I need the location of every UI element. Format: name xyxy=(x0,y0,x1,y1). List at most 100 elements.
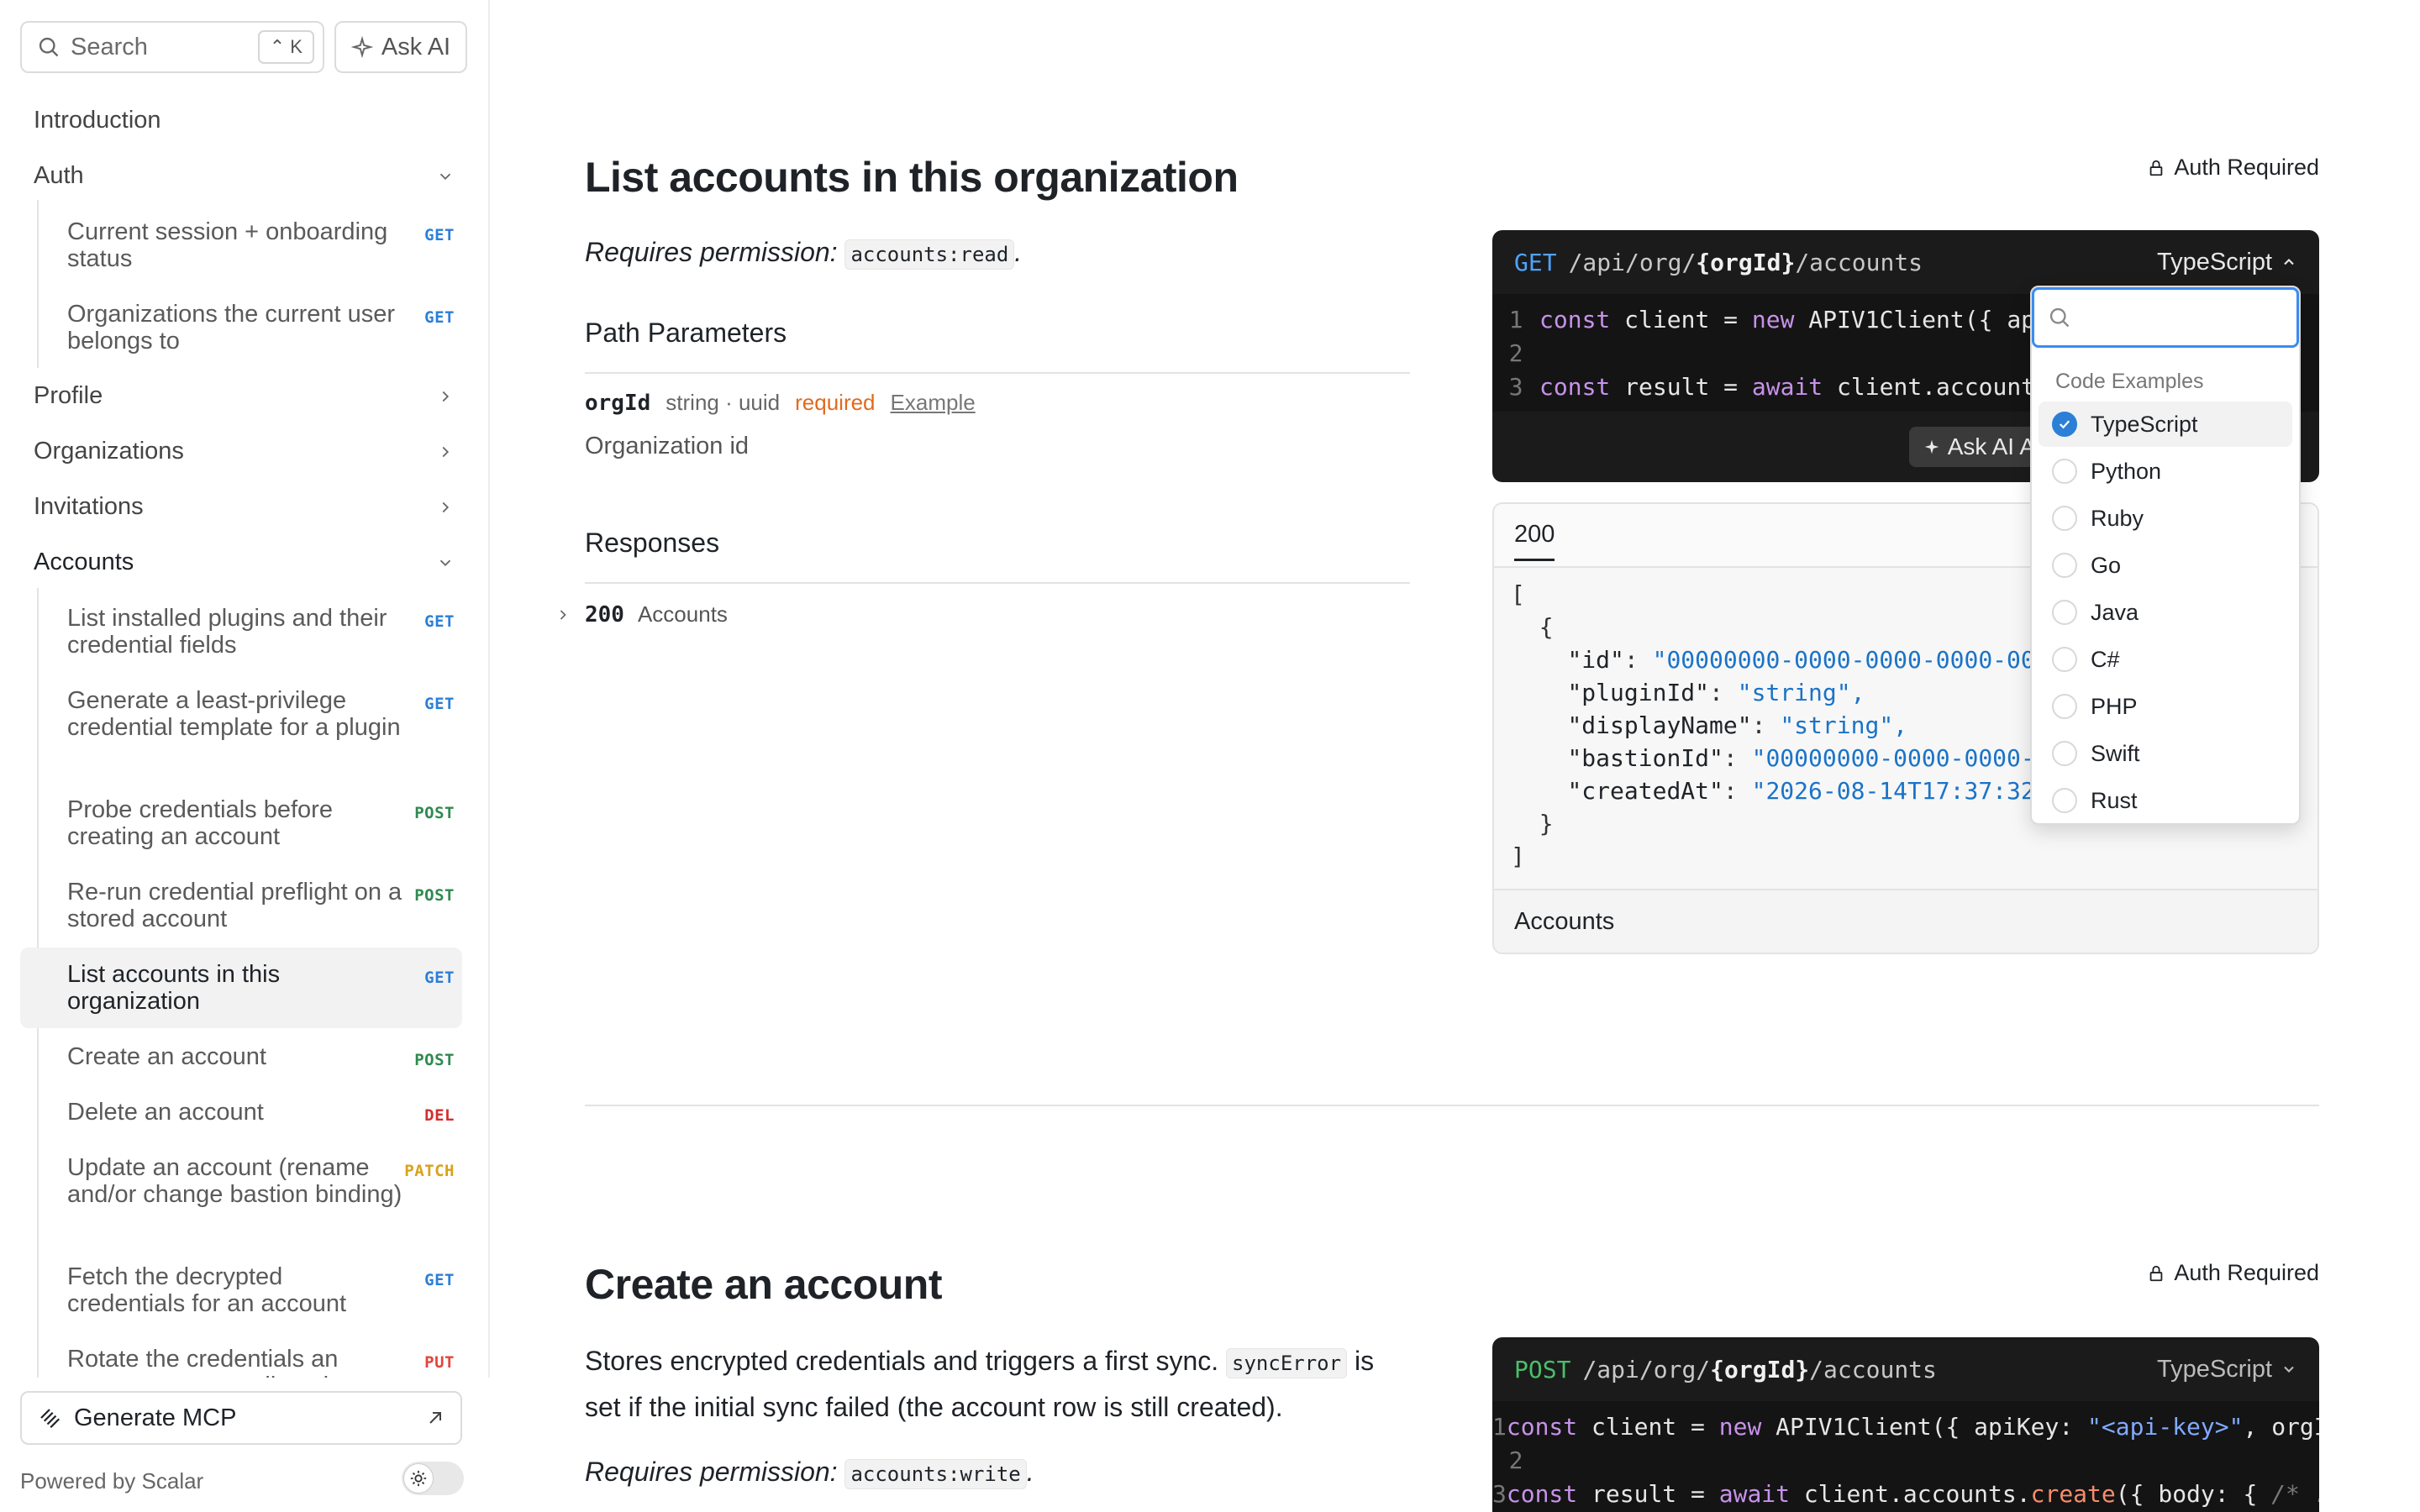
json-value: "string", xyxy=(1737,679,1865,706)
method-badge: DEL xyxy=(424,1106,455,1125)
code-token: , orgI xyxy=(2243,1412,2319,1441)
sidebar-item-label: Current session + onboarding status xyxy=(67,218,388,272)
json-key: "createdAt" xyxy=(1567,777,1723,805)
json-line: "bastionId": "00000000-0000-0000-00 xyxy=(1567,744,2064,772)
language-option-label: Swift xyxy=(2091,740,2140,766)
sidebar-item-credential-template[interactable]: Generate a least-privilege credential te… xyxy=(67,687,455,741)
language-option-java[interactable]: Java xyxy=(2039,590,2292,635)
path-param: {orgId} xyxy=(1710,1355,1810,1383)
theme-knob xyxy=(403,1463,434,1494)
language-option-rust[interactable]: Rust xyxy=(2039,778,2292,823)
check-icon xyxy=(2059,420,2070,429)
sidebar-item-auth[interactable]: Auth xyxy=(34,162,455,190)
code-line: 3 const result = await client.accounts. cr… xyxy=(1492,1477,2319,1510)
http-method: GET xyxy=(1514,248,1557,276)
tab-200[interactable]: 200 xyxy=(1514,521,1555,561)
search-shortcut: ⌃ K xyxy=(257,30,314,64)
param-name: orgId xyxy=(585,391,651,416)
code-line: 1 const client = new APIV1Client({ apiKey… xyxy=(1492,1410,2319,1443)
radio-unchecked xyxy=(2052,553,2077,578)
sidebar-item-label: Auth xyxy=(34,162,84,189)
language-option-label: Java xyxy=(2091,599,2139,625)
sidebar-item-introduction[interactable]: Introduction xyxy=(34,107,455,134)
language-option-php[interactable]: PHP xyxy=(2039,684,2292,729)
chevron-right-icon xyxy=(442,501,450,512)
param-required: required xyxy=(795,390,876,415)
search-button[interactable]: Search ⌃ K xyxy=(20,21,324,73)
sidebar-item-probe-credentials[interactable]: Probe credentials before creating an acc… xyxy=(67,796,455,850)
param-orgid: orgId string · uuid required Example xyxy=(585,390,976,416)
method-badge: POST xyxy=(414,1051,455,1069)
path-part: /accounts xyxy=(1809,1355,1937,1383)
sidebar-item-list-accounts[interactable]: List accounts in this organization GET xyxy=(67,961,455,1015)
sidebar-item-label: Probe credentials before creating an acc… xyxy=(67,796,333,850)
language-option-label: Go xyxy=(2091,552,2122,578)
json-line: ] xyxy=(1511,843,1525,870)
sidebar-item-label: Introduction xyxy=(34,107,161,134)
param-example-link[interactable]: Example xyxy=(891,390,976,416)
chevron-right-icon xyxy=(442,446,450,457)
sidebar-item-fetch-credentials[interactable]: Fetch the decrypted credentials for an a… xyxy=(67,1263,455,1317)
code-token: APIV1Client({ apiKey: xyxy=(1761,1412,2088,1441)
language-option-label: Python xyxy=(2091,458,2162,484)
permission-note: Requires permission: accounts:write. xyxy=(585,1457,1034,1489)
language-search-input[interactable] xyxy=(2032,287,2299,348)
language-option-csharp[interactable]: C# xyxy=(2039,637,2292,682)
radio-unchecked xyxy=(2052,694,2077,719)
sidebar-item-label: Fetch the decrypted credentials for an a… xyxy=(67,1263,347,1317)
section-title: Create an account xyxy=(585,1261,942,1308)
language-option-go[interactable]: Go xyxy=(2039,543,2292,588)
json-key: "bastionId" xyxy=(1567,744,1723,772)
search-placeholder: Search xyxy=(71,33,148,60)
code-token: "<api-key>" xyxy=(2087,1412,2244,1441)
sidebar-item-rerun-preflight[interactable]: Re-run credential preflight on a stored … xyxy=(67,879,455,932)
chevron-down-icon xyxy=(439,173,451,180)
code-example-card: POST /api/org/{orgId}/accounts TypeScrip… xyxy=(1492,1337,2319,1512)
code-token: client = xyxy=(1577,1412,1719,1441)
sidebar-item-invitations[interactable]: Invitations xyxy=(34,493,455,521)
sidebar-item-organizations[interactable]: Organizations xyxy=(34,438,455,465)
sidebar-item-create-account[interactable]: Create an account POST xyxy=(67,1043,455,1074)
path-part: /api/org/ xyxy=(1582,1355,1711,1383)
generate-mcp-label: Generate MCP xyxy=(74,1404,237,1431)
ask-ai-code-button[interactable]: Ask AI A xyxy=(1908,427,2049,467)
sidebar-item-profile[interactable]: Profile xyxy=(34,382,455,410)
code-token: client.accounts xyxy=(1823,372,2049,401)
sidebar-item-update-account[interactable]: Update an account (rename and/or change … xyxy=(67,1154,455,1208)
language-option-ruby[interactable]: Ruby xyxy=(2039,496,2292,541)
arrow-up-right-icon xyxy=(429,1412,441,1424)
language-selector[interactable]: TypeScript xyxy=(2157,249,2297,276)
code-token: const xyxy=(1506,1412,1578,1441)
search-icon xyxy=(2049,307,2070,328)
lock-icon xyxy=(2150,1265,2163,1281)
powered-by: Powered by Scalar xyxy=(20,1468,204,1494)
sidebar-item-user-organizations[interactable]: Organizations the current user belongs t… xyxy=(67,301,455,354)
sidebar-item-accounts[interactable]: Accounts xyxy=(34,549,455,576)
radio-unchecked xyxy=(2052,647,2077,672)
language-option-swift[interactable]: Swift xyxy=(2039,731,2292,776)
sidebar-item-delete-account[interactable]: Delete an account DEL xyxy=(67,1099,455,1129)
language-option-typescript[interactable]: TypeScript xyxy=(2039,402,2292,447)
code-token: new xyxy=(1718,1412,1762,1441)
language-selector[interactable]: TypeScript xyxy=(2157,1356,2297,1383)
language-option-label: Rust xyxy=(2091,787,2138,813)
ask-ai-button[interactable]: Ask AI xyxy=(334,21,467,73)
code-token: client = xyxy=(1610,305,1752,333)
theme-toggle[interactable] xyxy=(402,1462,464,1495)
response-200-toggle[interactable]: 200 Accounts xyxy=(555,601,728,627)
endpoint-description: Stores encrypted credentials and trigger… xyxy=(585,1339,1417,1429)
sidebar-item-current-session[interactable]: Current session + onboarding status GET xyxy=(67,218,455,272)
sun-icon xyxy=(410,1470,427,1487)
mcp-icon xyxy=(40,1409,60,1429)
generate-mcp-button[interactable]: Generate MCP xyxy=(20,1391,462,1445)
method-badge: GET xyxy=(424,695,455,713)
response-card-footer: Accounts xyxy=(1494,889,2317,953)
json-line: [ xyxy=(1511,580,1525,608)
json-line: } xyxy=(1511,810,1554,837)
divider xyxy=(585,582,1410,584)
method-badge: GET xyxy=(424,308,455,327)
json-key: "displayName" xyxy=(1567,711,1752,739)
sidebar-item-list-plugins[interactable]: List installed plugins and their credent… xyxy=(67,605,455,659)
language-option-python[interactable]: Python xyxy=(2039,449,2292,494)
json-line: { xyxy=(1511,613,1554,641)
